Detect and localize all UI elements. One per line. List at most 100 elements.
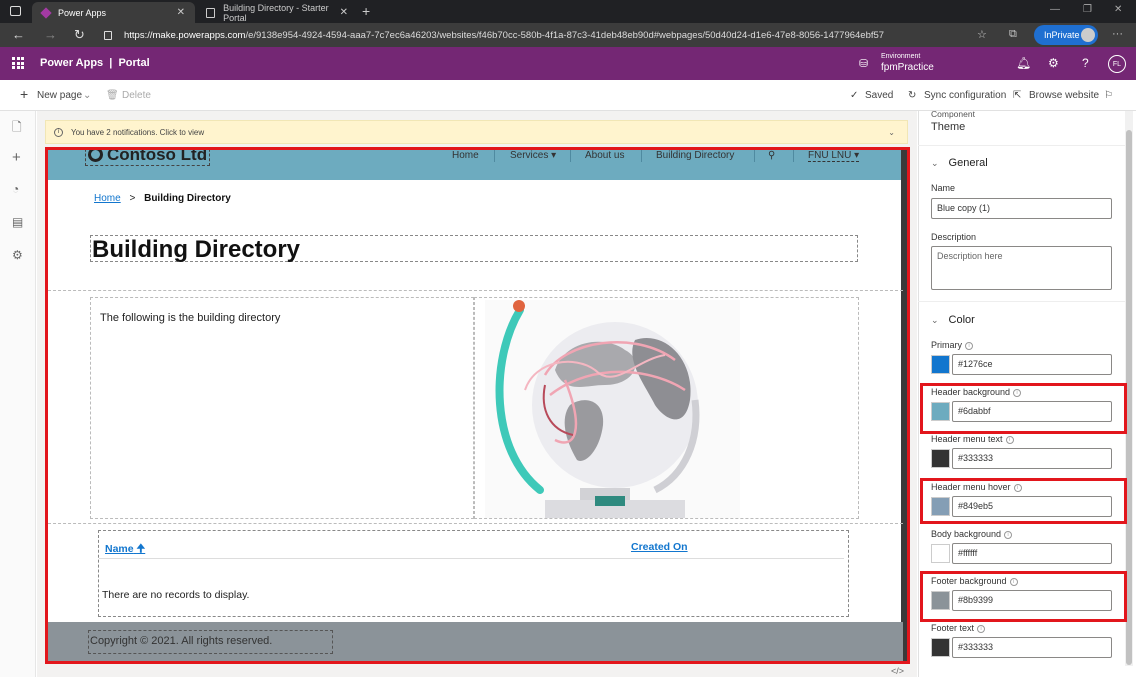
sync-icon: ↻ <box>908 90 917 101</box>
help-icon[interactable]: ? <box>1082 56 1089 70</box>
column-header-name[interactable]: Name 🠉 <box>105 541 145 559</box>
close-window-icon[interactable]: ✕ <box>1114 4 1122 15</box>
info-icon[interactable]: i <box>1013 484 1022 492</box>
site-footer: Copyright © 2021. All rights reserved. <box>48 622 903 661</box>
page-title[interactable]: Building Directory <box>90 235 858 263</box>
logo-text: Contoso Ltd <box>107 147 208 164</box>
notification-bar[interactable]: i You have 2 notifications. Click to vie… <box>45 120 908 144</box>
code-view-icon[interactable]: </> <box>891 666 904 676</box>
panel-divider <box>918 145 1125 146</box>
footer-text-swatch[interactable] <box>931 638 950 657</box>
tab-power-apps[interactable]: Power Apps ✕ <box>32 2 195 23</box>
back-icon[interactable]: ← <box>12 27 25 42</box>
delete-button[interactable]: Delete <box>122 90 151 101</box>
image-column[interactable] <box>474 297 859 519</box>
add-component-icon[interactable]: + <box>12 149 21 166</box>
column-header-created-on[interactable]: Created On <box>631 541 688 553</box>
footer-background-field[interactable]: #8b9399 <box>952 590 1112 611</box>
portal-preview: Contoso Ltd Home Services ▾ About us Bui… <box>45 147 910 664</box>
close-icon[interactable]: ✕ <box>340 7 348 18</box>
window-menu-icon[interactable] <box>10 6 21 16</box>
primary-color-field[interactable]: #1276ce <box>952 354 1112 375</box>
bell-icon[interactable]: 🔔︎ <box>1016 56 1031 70</box>
page-icon <box>206 7 216 18</box>
close-icon[interactable]: ✕ <box>177 7 185 18</box>
avatar <box>1081 28 1095 42</box>
info-icon[interactable]: i <box>1005 436 1014 444</box>
info-icon[interactable]: i <box>1009 578 1018 586</box>
section-divider <box>48 523 903 524</box>
breadcrumb-current: Building Directory <box>144 193 231 204</box>
chevron-down-icon[interactable]: ⌄ <box>83 90 91 101</box>
user-avatar[interactable]: FL <box>1108 55 1126 73</box>
breadcrumb-home-link[interactable]: Home <box>94 193 121 204</box>
description-field[interactable]: Description here <box>931 246 1112 290</box>
new-page-button[interactable]: New page <box>37 90 82 101</box>
primary-color-swatch[interactable] <box>931 355 950 374</box>
menu-item-home[interactable]: Home <box>452 150 479 161</box>
info-icon[interactable]: i <box>977 625 986 633</box>
header-menu-text-swatch[interactable] <box>931 449 950 468</box>
column-header-name-label: Name <box>105 543 134 555</box>
browse-website-button[interactable]: Browse website <box>1029 90 1099 101</box>
tab-building-directory[interactable]: Building Directory - Starter Portal ✕ <box>196 2 358 23</box>
general-section-toggle[interactable]: ⌄ General <box>931 157 988 169</box>
info-icon[interactable]: i <box>1013 389 1022 397</box>
header-menu-hover-field[interactable]: #849eb5 <box>952 496 1112 517</box>
copyright-text[interactable]: Copyright © 2021. All rights reserved. <box>88 630 333 654</box>
footer-background-swatch[interactable] <box>931 591 950 610</box>
url-field[interactable]: https://make.powerapps.com/e/9138e954-49… <box>104 26 964 44</box>
header-background-swatch[interactable] <box>931 402 950 421</box>
favorites-icon[interactable]: ☆ <box>977 28 987 41</box>
section-divider <box>48 290 903 291</box>
info-icon[interactable]: i <box>965 342 973 350</box>
feedback-icon[interactable]: ⚐ <box>1104 90 1113 101</box>
menu-divider <box>793 150 794 162</box>
menu-item-building-directory[interactable]: Building Directory <box>656 150 734 161</box>
minimize-icon[interactable]: — <box>1050 4 1060 15</box>
forward-icon[interactable]: → <box>44 27 57 42</box>
environment-name[interactable]: fpmPractice <box>881 62 934 73</box>
primary-color-label: Primary i <box>931 340 973 350</box>
body-background-field[interactable]: #ffffff <box>952 543 1112 564</box>
collections-icon[interactable]: ⧉ <box>1009 28 1017 41</box>
menu-item-services[interactable]: Services ▾ <box>510 150 556 161</box>
app-header: Power Apps | Portal ⛁ Environment fpmPra… <box>0 47 1136 80</box>
app-title: Power Apps | Portal <box>40 57 150 69</box>
maximize-icon[interactable]: ❐ <box>1083 4 1092 15</box>
inprivate-button[interactable]: InPrivate <box>1034 25 1098 45</box>
header-menu-hover-swatch[interactable] <box>931 497 950 516</box>
globe-image <box>485 300 740 518</box>
menu-item-profile[interactable]: FNU LNU ▾ <box>808 150 860 162</box>
app-launcher-icon[interactable] <box>12 57 24 69</box>
entity-list[interactable]: Name 🠉 Created On There are no records t… <box>98 530 849 617</box>
settings-icon[interactable]: ⚙ <box>12 248 23 262</box>
body-background-swatch[interactable] <box>931 544 950 563</box>
header-background-field[interactable]: #6dabbf <box>952 401 1112 422</box>
color-section-toggle[interactable]: ⌄ Color <box>931 314 975 326</box>
search-icon[interactable]: ⚲ <box>768 150 775 161</box>
refresh-icon[interactable]: ↻ <box>74 27 85 43</box>
info-icon[interactable]: i <box>1004 531 1013 539</box>
chevron-down-icon: ⌄ <box>931 315 939 325</box>
footer-text-field[interactable]: #333333 <box>952 637 1112 658</box>
sync-configuration-button[interactable]: Sync configuration <box>924 90 1006 101</box>
environment-label: Environment <box>881 53 921 60</box>
menu-item-about[interactable]: About us <box>585 150 624 161</box>
more-icon[interactable]: ··· <box>1112 28 1123 40</box>
saved-status: Saved <box>865 90 894 101</box>
pages-icon[interactable]: 🗋︎ <box>12 118 22 139</box>
site-logo[interactable]: Contoso Ltd <box>85 147 211 166</box>
color-label-text: Header menu hover <box>931 482 1011 492</box>
gear-icon[interactable]: ⚙ <box>1048 56 1059 70</box>
text-column[interactable]: The following is the building directory <box>90 297 474 519</box>
chevron-down-icon[interactable]: ⌄ <box>888 128 895 137</box>
theme-icon[interactable]: ◔ <box>12 182 19 196</box>
chevron-down-icon: ⌄ <box>931 158 939 168</box>
name-field[interactable]: Blue copy (1) <box>931 198 1112 219</box>
templates-icon[interactable]: ▤ <box>12 215 23 229</box>
general-section-label: General <box>948 157 988 169</box>
header-menu-text-field[interactable]: #333333 <box>952 448 1112 469</box>
new-tab-icon[interactable]: + <box>362 3 370 19</box>
preview-scrollbar[interactable] <box>901 150 907 661</box>
